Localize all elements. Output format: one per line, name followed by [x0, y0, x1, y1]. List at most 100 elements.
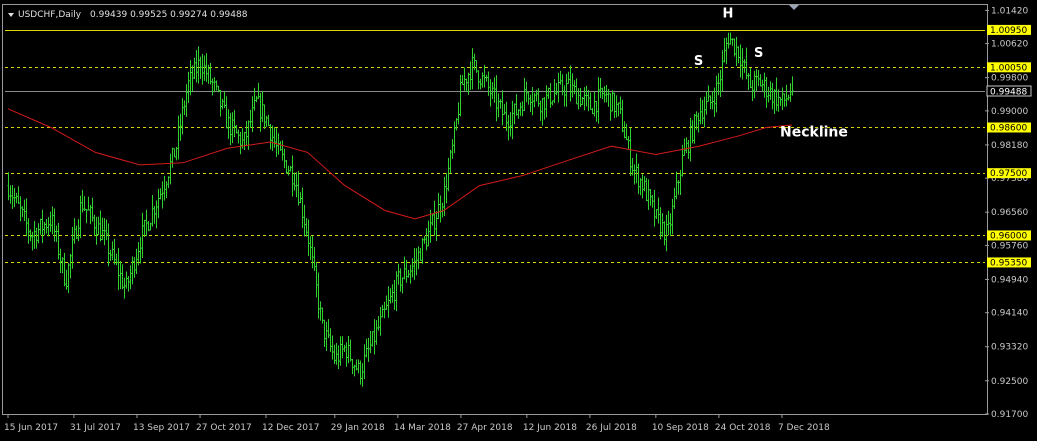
ohlc-bar [471, 48, 474, 90]
ohlc-bar [691, 120, 694, 144]
ohlc-bar [715, 75, 718, 113]
ohlc-bar [335, 343, 338, 365]
ohlc-bar [295, 172, 298, 198]
scroll-marker-icon[interactable] [789, 5, 799, 10]
ohlc-bar [61, 257, 64, 274]
y-tick-label: 0.91700 [991, 410, 1028, 420]
ohlc-bar [777, 89, 780, 112]
ohlc-bar [133, 257, 136, 278]
ohlc-bar [99, 210, 102, 242]
ohlc-bar [727, 32, 730, 49]
ohlc-bar [789, 83, 792, 102]
ohlc-bar [325, 321, 328, 351]
y-tick-label: 0.94940 [991, 275, 1028, 285]
ohlc-bar [83, 196, 86, 212]
ohlc-bar [379, 306, 382, 336]
time-axis: 15 Jun 2017 31 Jul 2017 13 Sep 2017 27 Oct … [4, 414, 830, 433]
ohlc-bar [139, 236, 142, 264]
ohlc-bar [505, 101, 508, 132]
ohlc-bar [291, 155, 294, 197]
ohlc-label: 0.99439 0.99525 0.99274 0.99488 [90, 10, 248, 20]
ohlc-bar [347, 335, 350, 364]
ohlc-bar [465, 78, 468, 92]
y-tick-label: 1.00620 [991, 40, 1028, 50]
ohlc-bar [439, 195, 442, 223]
ohlc-bar [313, 247, 316, 271]
ohlc-bar [457, 102, 460, 125]
ohlc-bar [187, 71, 190, 103]
ohlc-bar [383, 301, 386, 319]
ohlc-bar [581, 97, 584, 105]
ohlc-bar [689, 117, 692, 162]
ohlc-bar [221, 98, 224, 110]
ohlc-bar [497, 93, 500, 118]
ohlc-bar [31, 231, 34, 251]
ohlc-bar [401, 277, 404, 294]
ohlc-bar [769, 81, 772, 100]
ohlc-bar [409, 264, 412, 284]
ohlc-bar [423, 235, 426, 244]
ohlc-bar [477, 70, 480, 90]
ohlc-bar [445, 173, 448, 204]
ohlc-bar [611, 90, 614, 112]
ohlc-bar [755, 69, 758, 91]
ohlc-bar [585, 85, 588, 107]
chart: 1.014201.006200.998000.990000.981800.973… [2, 4, 1032, 433]
ohlc-bar [625, 123, 628, 141]
ohlc-bar [407, 270, 410, 278]
x-tick-label: 10 Sep 2018 [652, 423, 709, 433]
ohlc-bar [643, 176, 646, 192]
ohlc-bar [43, 221, 46, 236]
ohlc-bar [775, 77, 778, 111]
ohlc-bar [547, 87, 550, 99]
ohlc-bar [639, 178, 642, 196]
ohlc-bar [431, 213, 434, 226]
ohlc-bar [137, 241, 140, 266]
ohlc-bar [663, 221, 666, 246]
ohlc-bar [263, 104, 266, 129]
ohlc-bar [649, 188, 652, 206]
ohlc-bar [637, 163, 640, 195]
level-price-tag: 0.97500 [987, 168, 1031, 179]
ohlc-bar [771, 82, 774, 110]
ohlc-bar [363, 344, 366, 380]
ohlc-bar [791, 76, 794, 96]
ohlc-bar [307, 219, 310, 257]
ohlc-bar [153, 205, 156, 224]
ohlc-bar [13, 187, 16, 208]
ohlc-bar [683, 138, 686, 156]
ohlc-bar [165, 181, 168, 199]
ohlc-bar [541, 98, 544, 126]
ohlc-bar [595, 100, 598, 122]
ohlc-bar [461, 75, 464, 85]
ohlc-bar [127, 276, 130, 292]
ohlc-bar [555, 82, 558, 96]
x-tick-label: 15 Jun 2017 [4, 423, 58, 433]
ohlc-bar [571, 73, 574, 98]
ohlc-bar [523, 77, 526, 112]
ohlc-bar [229, 112, 232, 146]
svg-text:1.00950: 1.00950 [990, 26, 1027, 36]
ohlc-bar [311, 235, 314, 269]
neckline-label: Neckline [780, 125, 848, 141]
ohlc-bar [343, 344, 346, 353]
ohlc-bar [265, 115, 268, 127]
ohlc-bar [463, 67, 466, 91]
ohlc-bar [757, 70, 760, 87]
ohlc-bar [161, 181, 164, 209]
ohlc-bar [125, 271, 128, 289]
ohlc-bar [393, 280, 396, 310]
svg-text:1.00050: 1.00050 [990, 63, 1027, 73]
ohlc-bar [529, 94, 532, 112]
ohlc-bar [293, 172, 296, 191]
ohlc-bar [55, 225, 58, 242]
ohlc-bar [455, 118, 458, 131]
dropdown-icon[interactable] [8, 13, 14, 17]
ohlc-bar [433, 200, 436, 236]
ohlc-bar [725, 37, 728, 65]
y-tick-label: 0.93320 [991, 343, 1028, 353]
ohlc-bar [273, 127, 276, 148]
ohlc-bar [415, 248, 418, 276]
ohlc-bar [413, 248, 416, 280]
ohlc-bar [353, 364, 356, 377]
